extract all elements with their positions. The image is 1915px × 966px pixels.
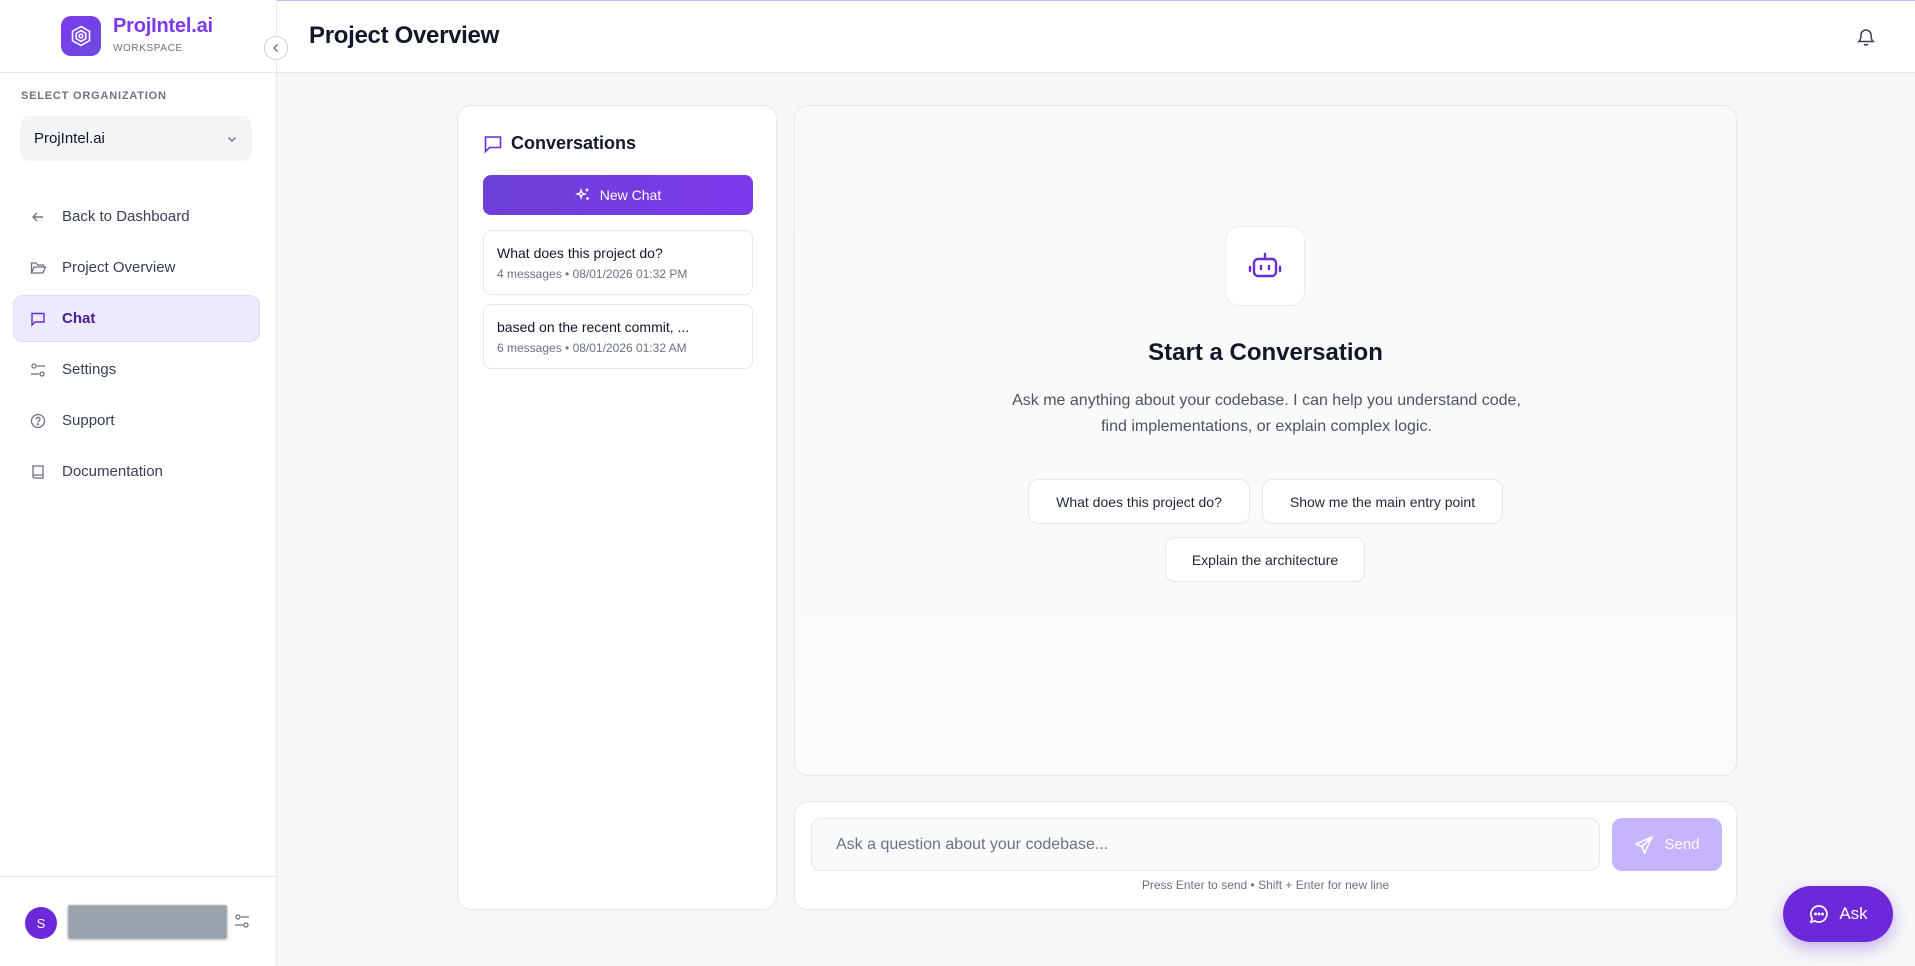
ask-fab-button[interactable]: Ask (1783, 886, 1893, 942)
sparkles-icon (574, 187, 591, 203)
brand-logo-icon[interactable] (61, 16, 101, 56)
avatar[interactable]: S (25, 907, 57, 939)
send-button[interactable]: Send (1612, 818, 1722, 871)
conversation-item[interactable]: What does this project do? 4 messages • … (483, 230, 753, 295)
conversation-item[interactable]: based on the recent commit, ... 6 messag… (483, 304, 753, 369)
help-circle-icon (29, 412, 47, 430)
conversation-meta: 6 messages • 08/01/2026 01:32 AM (497, 341, 687, 355)
conversation-title: What does this project do? (497, 245, 663, 261)
brand-name: ProjIntel.ai (113, 15, 213, 37)
new-chat-button[interactable]: New Chat (483, 175, 753, 215)
message-square-icon (483, 134, 503, 154)
composer-hint: Press Enter to send • Shift + Enter for … (1141, 878, 1390, 892)
chevron-left-icon (273, 44, 278, 52)
conversations-header: Conversations (483, 133, 636, 154)
empty-state-title: Start a Conversation (1148, 339, 1383, 366)
brand-header: ProjIntel.ai WORKSPACE (0, 0, 276, 73)
sidebar-item-back-to-dashboard[interactable]: Back to Dashboard (13, 193, 260, 240)
chat-input[interactable] (811, 818, 1600, 871)
chat-composer: Send Press Enter to send • Shift + Enter… (794, 801, 1737, 910)
sidebar-item-label: Documentation (62, 463, 163, 480)
sidebar-item-label: Settings (62, 361, 117, 378)
sidebar-item-project-overview[interactable]: Project Overview (13, 244, 260, 291)
user-name-redacted (68, 905, 227, 939)
sidebar: ProjIntel.ai WORKSPACE SELECT ORGANIZATI… (0, 0, 288, 966)
empty-state-description: Ask me anything about your codebase. I c… (1012, 392, 1521, 435)
collapse-sidebar-button[interactable] (264, 36, 288, 60)
sidebar-item-settings[interactable]: Settings (13, 346, 260, 393)
sidebar-item-label: Back to Dashboard (62, 208, 190, 225)
suggestion-chip-architecture[interactable]: Explain the architecture (1165, 537, 1365, 582)
chevron-down-icon (228, 136, 236, 142)
arrow-left-icon (29, 208, 47, 226)
organization-label: SELECT ORGANIZATION (21, 90, 167, 102)
sidebar-item-label: Project Overview (62, 259, 176, 276)
chat-bubble-icon (1808, 903, 1830, 925)
page-title: Project Overview (309, 22, 499, 49)
bot-icon (1225, 226, 1305, 306)
organization-selected: ProjIntel.ai (34, 130, 105, 147)
sidebar-item-label: Support (62, 412, 115, 429)
sidebar-nav: Back to Dashboard Project Overview Chat … (13, 193, 260, 499)
conversations-panel: Conversations New Chat What does this pr… (457, 105, 777, 910)
sidebar-item-documentation[interactable]: Documentation (13, 448, 260, 495)
conversation-title: based on the recent commit, ... (497, 319, 690, 335)
send-icon (1634, 835, 1654, 855)
ask-label: Ask (1839, 904, 1868, 923)
chat-messages-area: Start a Conversation Ask me anything abo… (794, 105, 1737, 776)
suggestion-chip-project[interactable]: What does this project do? (1028, 479, 1250, 524)
sliders-icon (29, 361, 47, 379)
user-bar: S (0, 876, 277, 966)
conversations-title: Conversations (511, 133, 637, 153)
new-chat-label: New Chat (599, 187, 662, 203)
brand-subtitle: WORKSPACE (113, 43, 183, 54)
user-settings-icon[interactable] (234, 913, 250, 929)
sidebar-item-label: Chat (62, 310, 96, 327)
folder-open-icon (29, 259, 47, 277)
suggestion-chip-entry-point[interactable]: Show me the main entry point (1262, 479, 1503, 524)
send-label: Send (1664, 836, 1700, 853)
organization-select[interactable]: ProjIntel.ai (20, 116, 252, 161)
top-header: Project Overview (277, 0, 1915, 73)
book-icon (29, 463, 47, 481)
bell-icon[interactable] (1856, 27, 1876, 47)
sidebar-item-support[interactable]: Support (13, 397, 260, 444)
sidebar-item-chat[interactable]: Chat (13, 295, 260, 342)
conversation-meta: 4 messages • 08/01/2026 01:32 PM (497, 267, 688, 281)
message-square-icon (29, 310, 47, 328)
